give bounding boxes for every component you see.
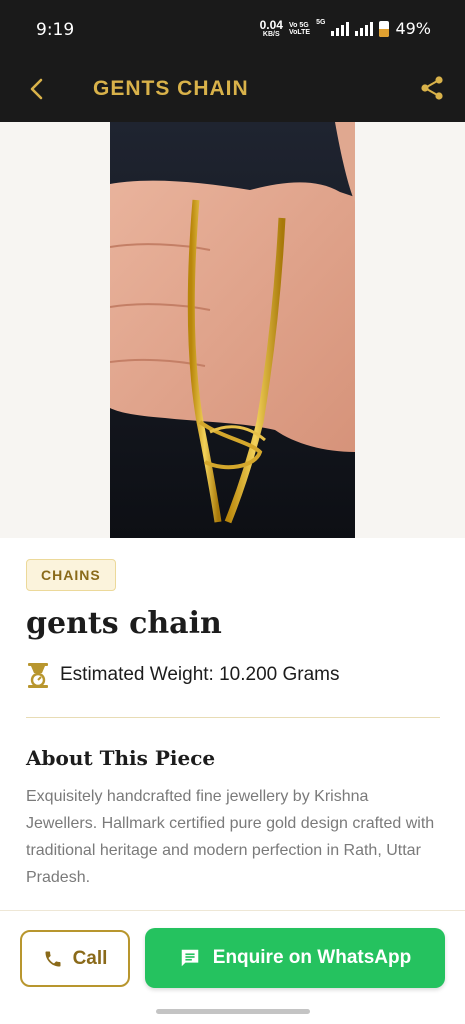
bottom-action-bar: Call Enquire on WhatsApp: [0, 910, 465, 1024]
network-speed: 0.04 KB/S: [259, 18, 283, 38]
status-bar: 9:19 0.04 KB/S Vo 5G VoLTE 5G 49%: [0, 0, 465, 58]
app-bar: GENTS CHAIN: [0, 58, 465, 122]
battery-icon: [379, 20, 390, 37]
about-description: Exquisitely handcrafted fine jewellery b…: [26, 788, 435, 886]
signal-icon-2: [355, 21, 374, 36]
weight-info: Estimated Weight: 10.200 Grams: [26, 662, 340, 688]
network-type: 5G: [316, 19, 326, 26]
call-button[interactable]: Call: [20, 930, 130, 987]
signal-icon: [331, 21, 350, 36]
product-name: gents chain: [26, 606, 222, 641]
scale-icon: [28, 663, 48, 688]
call-label: Call: [72, 947, 108, 969]
share-icon[interactable]: [417, 73, 447, 103]
product-detail-screen: 9:19 0.04 KB/S Vo 5G VoLTE 5G 49% GENTS …: [0, 0, 465, 1024]
page-title: GENTS CHAIN: [93, 77, 249, 100]
whatsapp-label: Enquire on WhatsApp: [212, 947, 412, 968]
chat-icon: [181, 949, 199, 967]
home-indicator[interactable]: [156, 1009, 310, 1014]
product-photo[interactable]: [110, 122, 355, 538]
about-heading: About This Piece: [26, 746, 216, 770]
chevron-left-icon[interactable]: [22, 74, 52, 104]
status-indicators: 0.04 KB/S Vo 5G VoLTE 5G 49%: [260, 19, 431, 38]
divider: [26, 717, 440, 718]
image-gallery[interactable]: [0, 122, 465, 538]
volte-indicator: Vo 5G VoLTE: [288, 21, 311, 36]
battery-percent: 49%: [395, 19, 431, 38]
phone-icon: [45, 951, 61, 966]
estimated-weight: Estimated Weight: 10.200 Grams: [60, 664, 340, 685]
whatsapp-enquire-button[interactable]: Enquire on WhatsApp: [145, 928, 445, 988]
status-time: 9:19: [36, 20, 75, 40]
category-badge: CHAINS: [26, 559, 116, 591]
